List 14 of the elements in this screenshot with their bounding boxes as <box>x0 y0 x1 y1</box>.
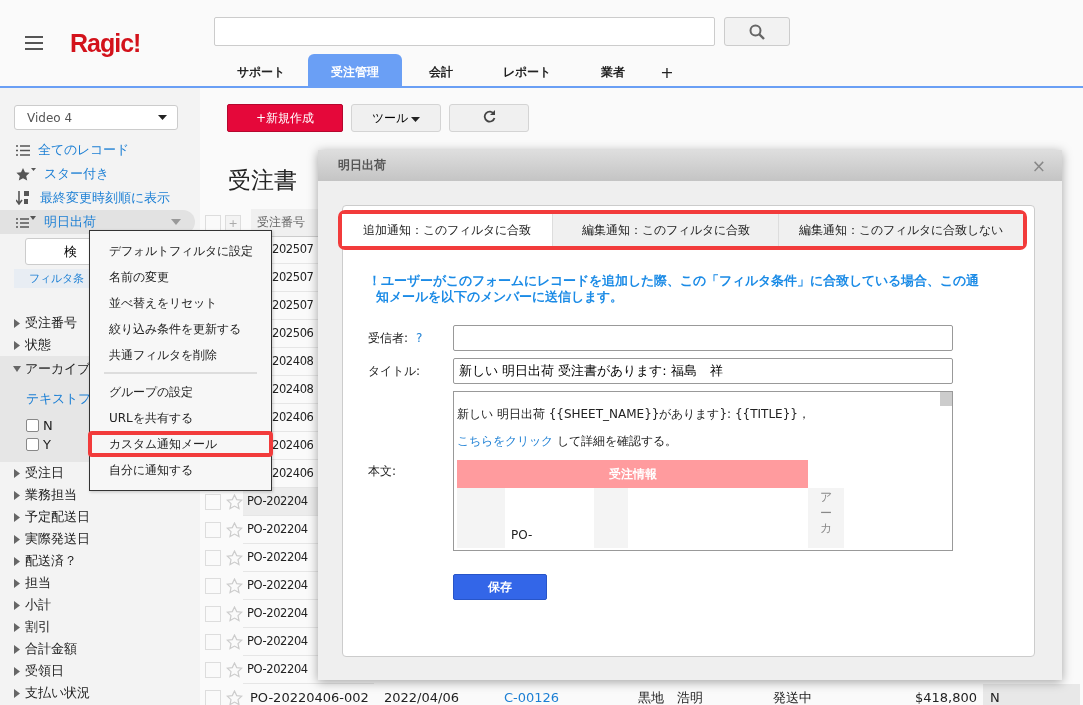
dialog-title: 明日出荷 <box>338 157 386 174</box>
table-header: 受注情報 <box>457 460 808 488</box>
table-cell: PO-20220406-002 <box>243 684 377 705</box>
table-cell: 2022/04/06 <box>377 684 497 705</box>
table-cell: N <box>983 684 1080 705</box>
logo: Ragic! <box>70 28 141 58</box>
body-text: 新しい 明日出荷 {{SHEET_NAME}}があります}: {{TITLE}}， <box>457 406 811 423</box>
table-cell: 黒地 浩明 <box>631 684 766 705</box>
page-title: 受注書 <box>228 166 297 195</box>
body-text: こちらをクリック して詳細を確認する。 <box>457 433 678 450</box>
table-cell: 発送中 <box>766 684 873 705</box>
table-cell: PO- <box>511 528 533 542</box>
body-label: 本文: <box>368 464 397 478</box>
table-cell: アーカ <box>820 490 832 537</box>
